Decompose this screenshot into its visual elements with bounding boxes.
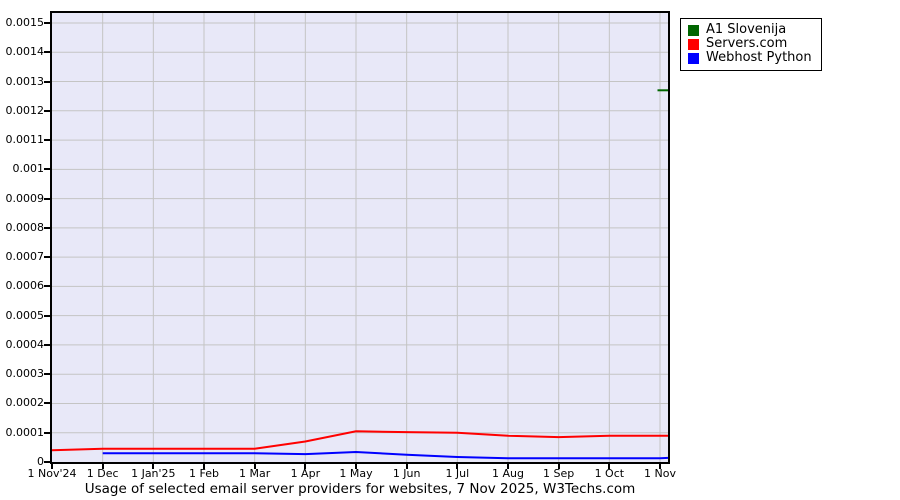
- y-tick-label: 0.0011: [5, 133, 45, 147]
- legend-swatch-servers-com: [688, 38, 699, 50]
- y-tick-mark: [44, 285, 52, 288]
- y-tick-mark: [44, 373, 52, 376]
- legend-item: Webhost Python: [688, 51, 812, 65]
- y-tick-label: 0.0012: [5, 103, 45, 117]
- legend-label-a1-slovenija: A1 Slovenija: [706, 22, 787, 37]
- x-tick-label: 1 Nov: [644, 467, 676, 480]
- y-tick-label: 0.0013: [5, 74, 45, 88]
- y-tick-mark: [44, 431, 52, 434]
- legend-label-servers-com: Servers.com: [706, 36, 788, 51]
- y-tick-label: 0.0015: [5, 16, 45, 29]
- legend-item: A1 Slovenija: [688, 23, 812, 37]
- y-tick-mark: [44, 343, 52, 346]
- y-tick-mark: [44, 51, 52, 54]
- legend-swatch-webhost-python: [688, 52, 699, 64]
- y-tick-label: 0.0006: [5, 279, 45, 293]
- legend-label-webhost-python: Webhost Python: [706, 50, 812, 65]
- plot-canvas: [52, 13, 668, 462]
- y-tick-label: 0.0003: [5, 367, 45, 381]
- plot-area: [50, 11, 670, 464]
- legend: A1 Slovenija Servers.com Webhost Python: [680, 18, 822, 71]
- y-tick-mark: [44, 197, 52, 200]
- y-tick-label: 0.0002: [5, 396, 45, 410]
- y-tick-mark: [44, 402, 52, 405]
- y-tick-mark: [44, 139, 52, 142]
- y-tick-mark: [44, 461, 52, 463]
- y-tick-label: 0.0009: [5, 191, 45, 205]
- y-tick-mark: [44, 22, 52, 24]
- y-tick-label: 0.0004: [5, 337, 45, 351]
- legend-swatch-a1-slovenija: [688, 24, 699, 36]
- y-tick-label: 0.0005: [5, 308, 45, 322]
- y-tick-label: 0.001: [12, 162, 45, 176]
- y-tick-mark: [44, 80, 52, 83]
- y-tick-mark: [44, 168, 52, 171]
- y-tick-mark: [44, 256, 52, 259]
- chart: 0 0.0001 0.0002 0.0003 0.0004 0.0005 0.0006 0.0…: [0, 0, 900, 500]
- y-tick-label: 0.0001: [5, 425, 45, 439]
- y-tick-label: 0.0007: [5, 250, 45, 264]
- y-tick-label: 0.0014: [5, 45, 45, 59]
- y-tick-mark: [44, 314, 52, 317]
- y-tick-mark: [44, 109, 52, 112]
- chart-caption: Usage of selected email server providers…: [84, 481, 636, 497]
- legend-item: Servers.com: [688, 37, 812, 51]
- series-line-webhost-python: [102, 450, 668, 460]
- y-tick-mark: [44, 226, 52, 229]
- series-line-servers-com: [52, 430, 668, 452]
- y-tick-label: 0.0008: [5, 220, 45, 234]
